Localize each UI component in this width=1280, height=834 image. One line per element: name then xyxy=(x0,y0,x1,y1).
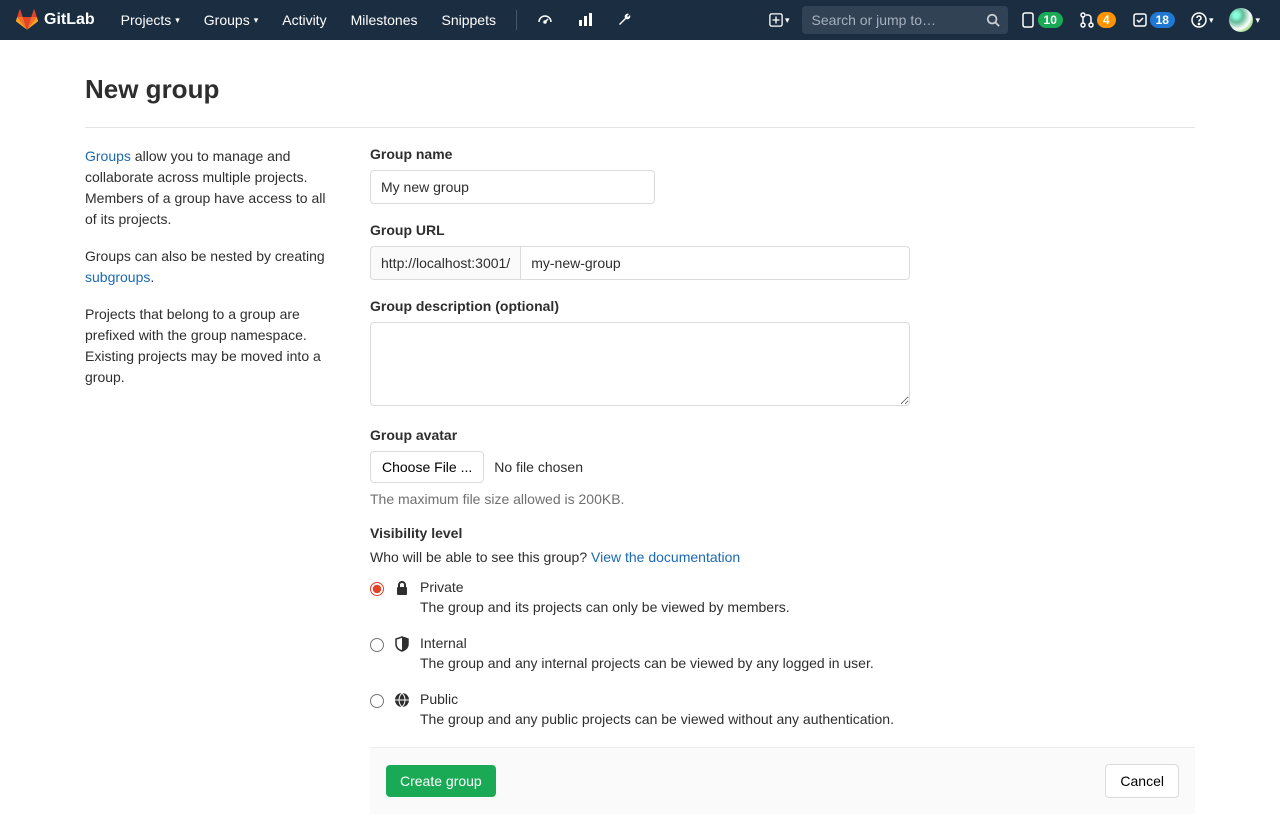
divider xyxy=(516,10,517,30)
tanuki-icon xyxy=(16,9,38,31)
wrench-icon xyxy=(617,12,633,28)
avatar-help-text: The maximum file size allowed is 200KB. xyxy=(370,491,1195,507)
nav-activity[interactable]: Activity xyxy=(272,4,336,36)
new-dropdown[interactable]: ▾ xyxy=(765,9,794,31)
form: Group name Group URL http://localhost:30… xyxy=(370,146,1195,814)
group-name-input[interactable] xyxy=(370,170,655,204)
nav-todos[interactable]: 18 xyxy=(1128,8,1179,32)
chevron-down-icon: ▾ xyxy=(175,15,180,26)
group-url-label: Group URL xyxy=(370,222,1195,238)
globe-icon xyxy=(394,692,410,708)
nav-admin[interactable] xyxy=(607,4,643,36)
nav-analytics[interactable] xyxy=(567,4,603,36)
help-sidebar: Groups allow you to manage and collabora… xyxy=(85,146,340,814)
visibility-private-radio[interactable] xyxy=(370,582,384,596)
visibility-doc-link[interactable]: View the documentation xyxy=(591,549,740,565)
cancel-button[interactable]: Cancel xyxy=(1105,764,1179,798)
nav-snippets[interactable]: Snippets xyxy=(432,4,506,36)
public-title: Public xyxy=(420,691,1195,707)
shield-icon xyxy=(394,636,410,652)
create-group-button[interactable]: Create group xyxy=(386,765,496,797)
todos-badge: 18 xyxy=(1150,12,1175,28)
nav-groups[interactable]: Groups▾ xyxy=(194,4,268,36)
nav-operations[interactable] xyxy=(527,4,563,36)
help-text: . xyxy=(150,269,154,285)
dashboard-icon xyxy=(537,12,553,28)
help-icon xyxy=(1191,12,1207,28)
issues-icon xyxy=(1020,12,1036,28)
internal-title: Internal xyxy=(420,635,1195,651)
nav-help[interactable]: ▾ xyxy=(1187,8,1218,32)
help-text: Groups can also be nested by creating xyxy=(85,248,325,264)
user-menu[interactable]: ▾ xyxy=(1225,4,1264,36)
plus-icon xyxy=(769,13,783,27)
chevron-down-icon: ▾ xyxy=(1255,15,1260,26)
page-title: New group xyxy=(85,60,1195,128)
nav-milestones[interactable]: Milestones xyxy=(341,4,428,36)
nav-projects[interactable]: Projects▾ xyxy=(111,4,190,36)
private-desc: The group and its projects can only be v… xyxy=(420,599,1195,615)
gitlab-logo[interactable]: GitLab xyxy=(16,9,95,31)
public-desc: The group and any public projects can be… xyxy=(420,711,1195,727)
group-name-label: Group name xyxy=(370,146,1195,162)
subgroups-link[interactable]: subgroups xyxy=(85,269,150,285)
groups-link[interactable]: Groups xyxy=(85,148,131,164)
lock-icon xyxy=(394,580,410,596)
top-navbar: GitLab Projects▾ Groups▾ Activity Milest… xyxy=(0,0,1280,40)
file-status: No file chosen xyxy=(494,459,583,475)
group-url-input[interactable] xyxy=(520,246,910,280)
choose-file-button[interactable]: Choose File ... xyxy=(370,451,484,483)
chevron-down-icon: ▾ xyxy=(254,15,259,26)
group-description-label: Group description (optional) xyxy=(370,298,1195,314)
brand-text: GitLab xyxy=(44,11,95,29)
help-text: Projects that belong to a group are pref… xyxy=(85,304,340,388)
todos-icon xyxy=(1132,12,1148,28)
merge-request-icon xyxy=(1079,12,1095,28)
issues-badge: 10 xyxy=(1038,12,1063,28)
visibility-label: Visibility level xyxy=(370,525,1195,541)
group-avatar-label: Group avatar xyxy=(370,427,1195,443)
visibility-public-radio[interactable] xyxy=(370,694,384,708)
nav-issues[interactable]: 10 xyxy=(1016,8,1067,32)
form-actions: Create group Cancel xyxy=(370,747,1195,814)
search-icon xyxy=(986,13,1000,27)
search-input[interactable] xyxy=(802,6,1008,34)
user-avatar xyxy=(1229,8,1253,32)
private-title: Private xyxy=(420,579,1195,595)
chart-icon xyxy=(577,12,593,28)
internal-desc: The group and any internal projects can … xyxy=(420,655,1195,671)
visibility-help: Who will be able to see this group? xyxy=(370,549,591,565)
visibility-internal-radio[interactable] xyxy=(370,638,384,652)
chevron-down-icon: ▾ xyxy=(1209,15,1214,26)
nav-merge-requests[interactable]: 4 xyxy=(1075,8,1120,32)
url-prefix: http://localhost:3001/ xyxy=(370,246,520,280)
group-description-input[interactable] xyxy=(370,322,910,406)
chevron-down-icon: ▾ xyxy=(785,15,790,26)
mr-badge: 4 xyxy=(1097,12,1116,28)
